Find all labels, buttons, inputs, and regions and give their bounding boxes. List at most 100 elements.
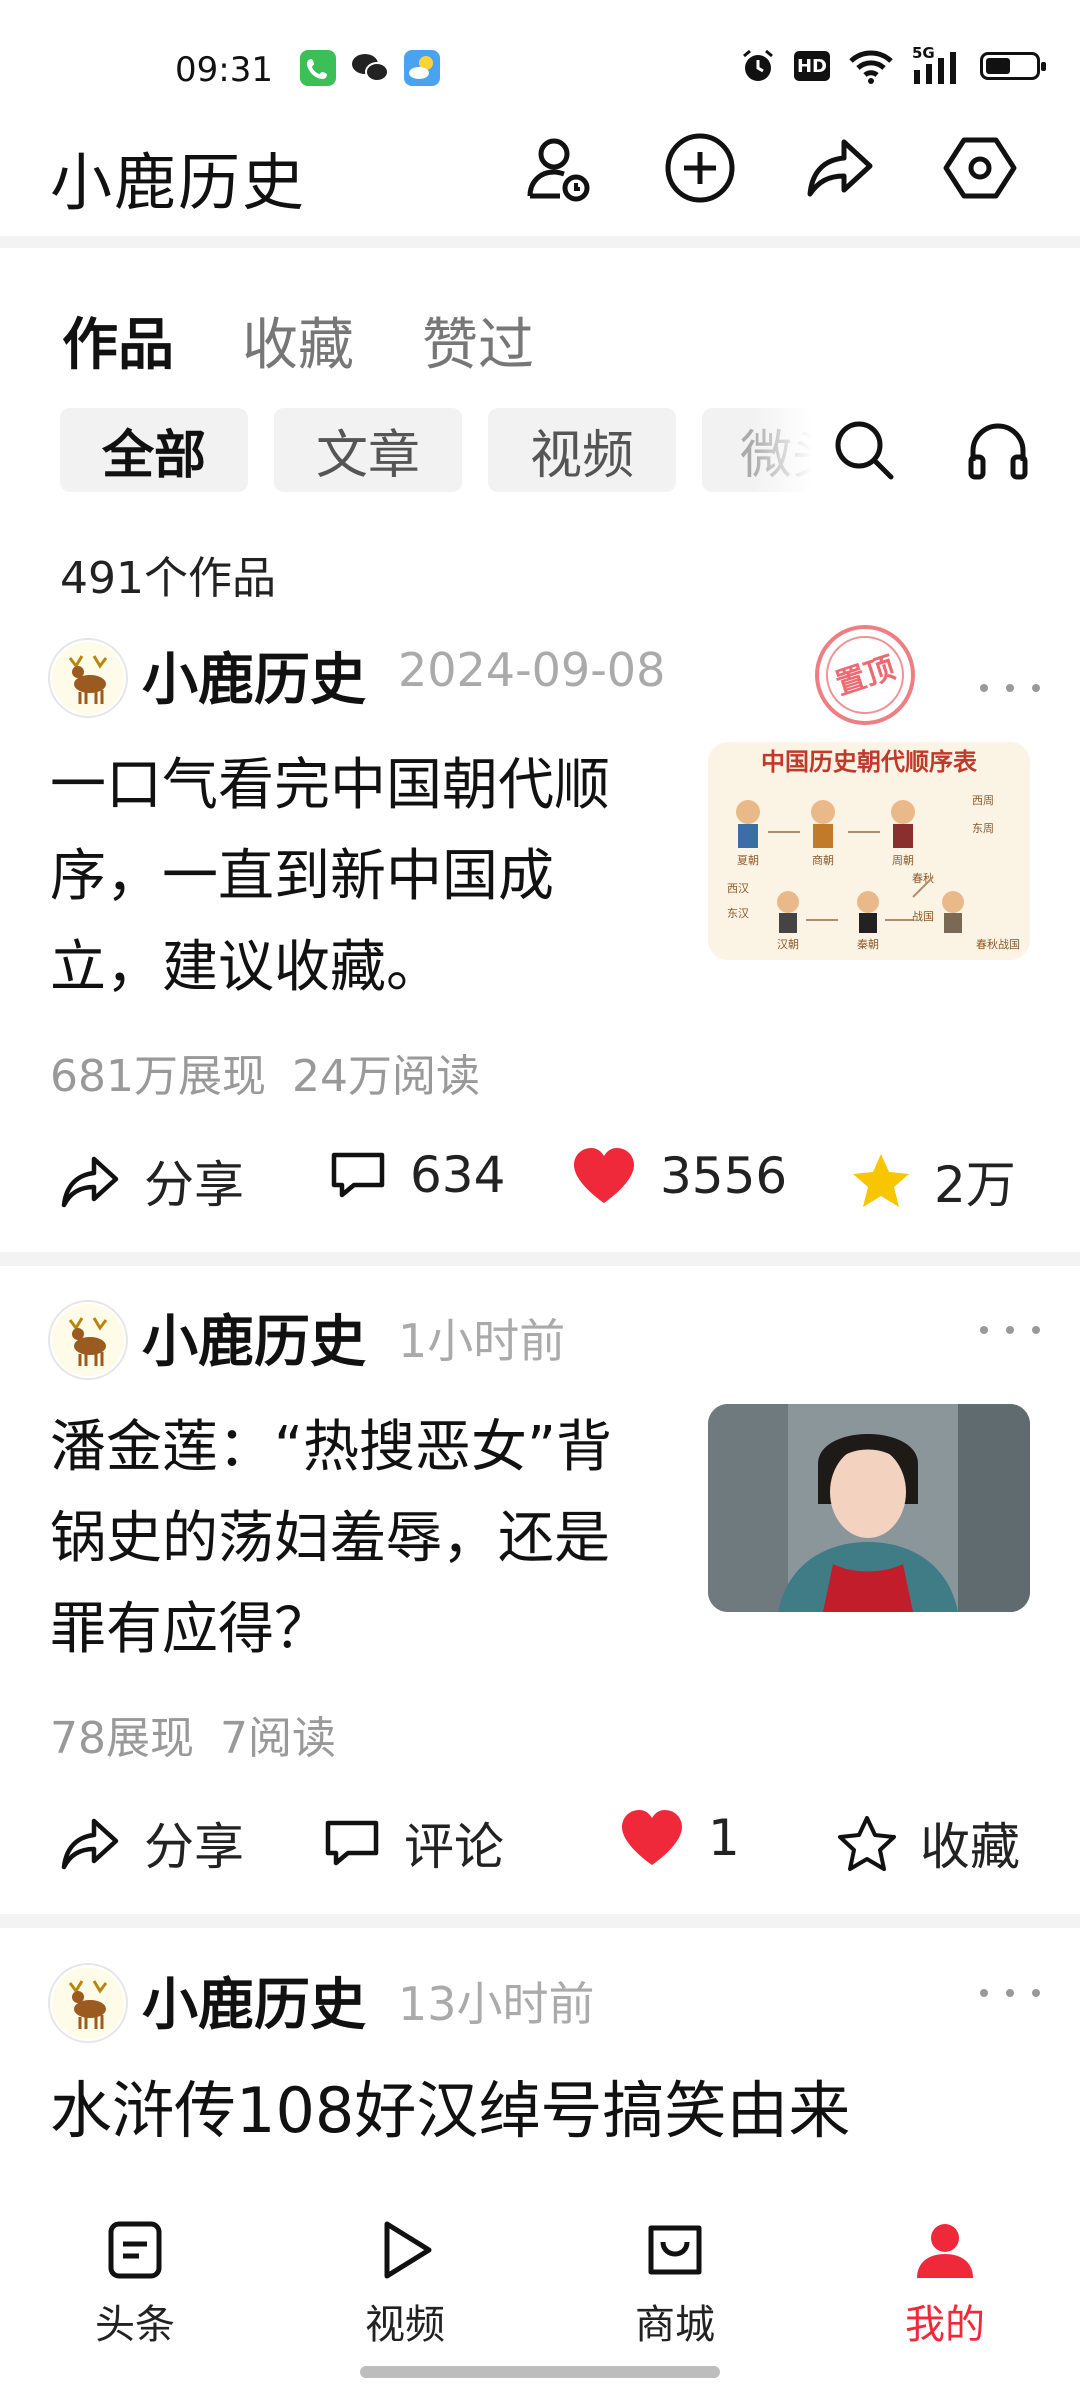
play-icon [384,2221,432,2279]
create-button[interactable] [662,130,738,206]
tab-liked[interactable]: 赞过 [422,300,534,381]
star-filled-icon [853,1154,909,1207]
wifi-icon [849,50,893,84]
star-outline-icon [838,1816,896,1871]
post-divider [0,1914,1080,1928]
reads-count: 24万阅读 [291,1051,480,1102]
author-name[interactable]: 小鹿历史 [142,635,366,716]
phone-app-icon [300,50,336,86]
post-thumbnail[interactable] [708,1404,1030,1612]
comment-button[interactable]: 评论 [322,1807,504,1879]
author-avatar[interactable] [48,638,128,718]
svg-text:秦朝: 秦朝 [857,937,879,951]
post-title[interactable]: 水浒传108好汉绰号搞笑由来 [50,2065,1050,2156]
wechat-icon [350,50,390,86]
filter-videos[interactable]: 视频 [488,408,676,492]
alarm-icon [743,49,773,81]
filter-all[interactable]: 全部 [60,408,248,492]
share-arrow-icon [807,139,873,197]
profile-settings-button[interactable] [520,130,596,206]
works-count: 491个作品 [60,553,276,604]
shopping-bag-icon [648,2225,702,2275]
post-stats: 78展现 7阅读 [50,1702,362,1766]
user-clock-icon [527,138,590,202]
more-options-button[interactable] [980,668,1040,708]
signal-icon: 5G [912,44,962,84]
share-profile-button[interactable] [802,130,878,206]
impressions-count: 78展现 [50,1713,194,1764]
deer-avatar-icon [52,642,124,714]
battery-icon [980,52,1046,80]
heart-filled-icon [622,1810,682,1865]
filter-chips: 全部 文章 视频 微头条 [60,408,812,492]
search-icon [835,421,894,480]
headphones-icon [968,423,1028,480]
nav-headlines[interactable]: 头条 [65,2218,205,2350]
svg-text:战国: 战国 [912,910,934,923]
pinned-badge: 置顶 [832,651,900,703]
svg-text:周朝: 周朝 [892,854,914,867]
hd-icon: HD [794,51,830,81]
post-title[interactable]: 潘金莲：“热搜恶女”背 锅史的荡妇羞辱，还是 罪有应得？ [50,1402,690,1675]
reads-count: 7阅读 [220,1713,336,1764]
settings-hexagon-icon [943,137,1017,199]
header-divider [0,236,1080,248]
post-card[interactable]: 小鹿历史 2024-09-08 置顶 一口气看完中国朝代顺 序，一直到新中国成 … [0,625,1080,1250]
svg-text:中国历史朝代顺序表: 中国历史朝代顺序表 [761,748,978,776]
plus-circle-icon [665,133,735,203]
like-button[interactable]: 3556 [570,1145,787,1207]
post-title[interactable]: 一口气看完中国朝代顺 序，一直到新中国成 立，建议收藏。 [50,740,690,1013]
nav-mall[interactable]: 商城 [605,2218,745,2350]
weather-icon [404,50,440,86]
svg-text:春秋战国: 春秋战国 [976,937,1020,951]
tab-favorites[interactable]: 收藏 [242,300,354,381]
comment-button[interactable]: 634 [328,1145,505,1205]
nav-me[interactable]: 我的 [875,2218,1015,2350]
share-button[interactable]: 分享 [58,1807,244,1879]
favorite-button[interactable]: 收藏 [836,1807,1020,1879]
listen-button[interactable] [958,408,1038,492]
post-card[interactable]: 小鹿历史 13小时前 水浒传108好汉绰号搞笑由来 [0,1955,1080,2178]
post-time: 2024-09-08 [398,643,666,697]
author-avatar[interactable] [48,1963,128,2043]
author-avatar[interactable] [48,1300,128,1380]
svg-text:东汉: 东汉 [727,907,749,920]
content-tabs: 作品 收藏 赞过 [62,300,534,381]
post-time: 1小时前 [398,1314,566,1368]
deer-avatar-icon [52,1967,124,2039]
search-button[interactable] [824,408,904,492]
svg-text:汉朝: 汉朝 [777,938,799,951]
post-time: 13小时前 [398,1977,595,2031]
post-divider [0,1252,1080,1266]
share-icon [61,1818,119,1870]
page-title: 小鹿历史 [50,146,307,219]
tab-works[interactable]: 作品 [62,300,174,381]
svg-text:夏朝: 夏朝 [737,854,759,867]
share-icon [61,1156,119,1208]
nav-video[interactable]: 视频 [335,2218,475,2350]
home-indicator[interactable] [360,2366,720,2378]
post-card[interactable]: 小鹿历史 1小时前 潘金莲：“热搜恶女”背 锅史的荡妇羞辱，还是 罪有应得？ 7… [0,1292,1080,1892]
favorite-button[interactable]: 2万 [850,1145,1016,1217]
svg-text:商朝: 商朝 [812,853,834,867]
more-options-button[interactable] [980,1310,1040,1350]
settings-button[interactable] [942,130,1018,206]
comment-icon [331,1152,385,1198]
deer-avatar-icon [52,1304,124,1376]
status-time: 09:31 [175,50,273,90]
heart-filled-icon [574,1148,634,1203]
user-filled-icon [917,2224,973,2278]
svg-text:西周: 西周 [972,794,994,807]
pinned-stamp: 置顶 [810,620,920,730]
author-name[interactable]: 小鹿历史 [142,1960,366,2041]
like-button[interactable]: 1 [618,1807,740,1869]
share-button[interactable]: 分享 [58,1145,244,1217]
author-name[interactable]: 小鹿历史 [142,1297,366,1378]
more-options-button[interactable] [980,1973,1040,2013]
post-stats: 681万展现 24万阅读 [50,1040,506,1104]
headlines-icon [108,2221,162,2279]
filter-articles[interactable]: 文章 [274,408,462,492]
impressions-count: 681万展现 [50,1051,266,1102]
post-thumbnail[interactable]: 中国历史朝代顺序表 夏朝 商朝 周朝 西周 东周 西汉 东汉 汉朝 秦朝 春秋 … [708,742,1030,960]
filter-micro-posts[interactable]: 微头条 [702,408,812,492]
